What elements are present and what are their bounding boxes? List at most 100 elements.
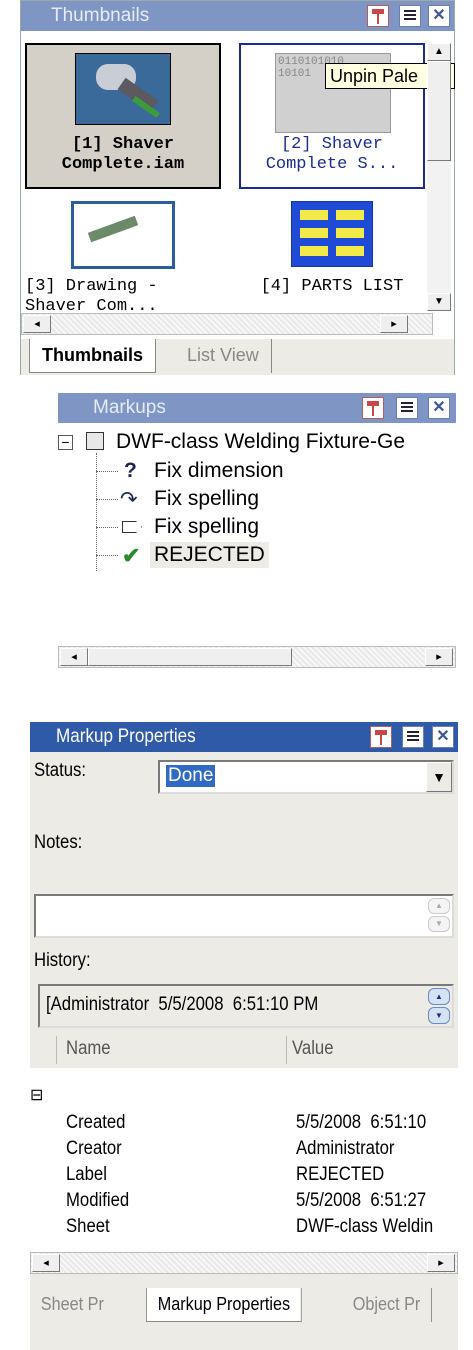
scroll-down-button[interactable]: ▼ xyxy=(427,293,451,311)
notes-spinner-down[interactable]: ▼ xyxy=(428,916,450,932)
scroll-left-button[interactable]: ◂ xyxy=(60,648,88,666)
markup-item-label: Fix spelling xyxy=(154,487,260,510)
drawing-sheet-shape xyxy=(87,215,139,243)
properties-horizontal-scrollbar[interactable]: ◂ ▸ xyxy=(30,1252,458,1274)
markup-root-label[interactable]: DWF-class Welding Fixture-Ge xyxy=(116,429,456,455)
column-header-value[interactable]: Value xyxy=(292,1038,334,1060)
scroll-right-button[interactable]: ▸ xyxy=(427,1254,455,1272)
parts-list-row xyxy=(336,246,364,256)
pin-icon[interactable] xyxy=(362,397,384,419)
property-value-modified: 5/5/2008 6:51:27 xyxy=(296,1190,427,1211)
status-label: Status: xyxy=(34,760,87,781)
property-value-label: REJECTED xyxy=(296,1164,385,1185)
markup-item-4[interactable]: ✔ REJECTED xyxy=(96,542,416,571)
thumbnail-item-4[interactable]: [4] PARTS LIST xyxy=(239,201,425,316)
tree-branch xyxy=(96,555,118,556)
tab-sheet-properties[interactable]: Sheet Pr xyxy=(30,1288,115,1322)
thumbnail-caption-1: [1] Shaver Complete.iam xyxy=(61,135,185,174)
notes-spinner-up[interactable]: ▲ xyxy=(428,898,450,914)
markup-item-label: Fix dimension xyxy=(154,459,284,482)
status-dropdown[interactable]: Done ▼ xyxy=(158,760,454,794)
markup-item-label: REJECTED xyxy=(150,542,269,568)
thumbnail-item-3[interactable]: [3] Drawing - Shaver Com... xyxy=(25,201,221,316)
scroll-right-button[interactable]: ▸ xyxy=(425,648,453,666)
property-name-label: Label xyxy=(66,1164,107,1185)
menu-icon[interactable] xyxy=(402,726,424,748)
callout-arrow-icon xyxy=(122,521,142,533)
markups-title-bar[interactable]: Markups ✕ xyxy=(58,393,456,423)
markup-properties-palette: Markup Properties ✕ Status: Done ▼ Notes… xyxy=(30,722,458,1350)
markups-palette: Markups ✕ − DWF-class Welding Fixture-Ge… xyxy=(58,393,456,671)
chevron-down-icon[interactable]: ▼ xyxy=(426,762,452,792)
property-value-creator: Administrator xyxy=(296,1138,395,1159)
markups-title: Markups xyxy=(93,397,166,418)
dwf-document-icon xyxy=(86,432,104,450)
history-spinner-down[interactable]: ▼ xyxy=(428,1007,450,1024)
thumbnail-caption-2: [2] Shaver Complete S... xyxy=(265,135,399,174)
tab-object-properties[interactable]: Object Pr xyxy=(342,1288,433,1322)
column-divider[interactable] xyxy=(286,1036,287,1064)
markup-item-3[interactable]: Fix spelling xyxy=(96,515,416,541)
property-name-modified: Modified xyxy=(66,1190,130,1211)
history-label: History: xyxy=(34,950,91,971)
thumbnails-tab-strip: Thumbnails List View xyxy=(21,339,454,375)
scroll-thumb[interactable] xyxy=(88,648,292,666)
thumbnails-vertical-scrollbar[interactable]: ▲ ▼ xyxy=(427,43,451,311)
scroll-thumb[interactable] xyxy=(427,61,451,161)
column-header-name[interactable]: Name xyxy=(66,1038,111,1060)
property-value-sheet: DWF-class Weldin xyxy=(296,1216,434,1237)
property-name-creator: Creator xyxy=(66,1138,122,1159)
status-value: Done xyxy=(166,765,216,787)
scroll-up-button[interactable]: ▲ xyxy=(427,43,451,61)
tree-branch xyxy=(96,471,118,472)
markup-item-2[interactable]: ↷ Fix spelling xyxy=(96,487,416,513)
property-value-created: 5/5/2008 6:51:10 xyxy=(296,1112,427,1133)
close-icon[interactable]: ✕ xyxy=(428,397,450,419)
menu-icon[interactable] xyxy=(399,5,421,27)
parts-list-row xyxy=(336,210,364,220)
tab-thumbnails[interactable]: Thumbnails xyxy=(29,339,157,373)
group-collapse-icon[interactable]: ⊟ xyxy=(30,1085,43,1105)
history-field[interactable]: [Administrator 5/5/2008 6:51:10 PM ▲ ▼ xyxy=(38,984,454,1028)
properties-title: Markup Properties xyxy=(56,726,196,747)
column-gutter xyxy=(56,1036,57,1064)
scroll-left-button[interactable]: ◂ xyxy=(23,315,51,333)
scroll-right-button[interactable]: ▸ xyxy=(380,315,408,333)
pin-icon[interactable] xyxy=(370,726,392,748)
parts-list-row xyxy=(300,246,328,256)
question-icon: ? xyxy=(124,459,137,482)
properties-tab-strip: Sheet Pr Markup Properties Object Pr xyxy=(30,1282,458,1326)
history-value: [Administrator 5/5/2008 6:51:10 PM xyxy=(46,994,319,1015)
curved-arrow-icon: ↷ xyxy=(120,488,138,511)
thumbnails-palette: Thumbnails ✕ [1] Shaver Complete.iam 011… xyxy=(20,0,455,375)
shaver-thumbnail-image xyxy=(75,53,171,125)
notes-field[interactable]: ▲ ▼ xyxy=(34,894,454,938)
property-grid-header: Name Value xyxy=(30,1030,458,1068)
markup-item-1[interactable]: ? Fix dimension xyxy=(96,459,416,485)
scroll-left-button[interactable]: ◂ xyxy=(32,1254,60,1272)
checkmark-icon: ✔ xyxy=(122,543,141,568)
thumbnail-item-1[interactable]: [1] Shaver Complete.iam xyxy=(25,43,221,189)
tab-list-view[interactable]: List View xyxy=(175,339,272,373)
parts-list-row xyxy=(300,210,328,220)
collapse-toggle-icon[interactable]: − xyxy=(58,435,73,450)
pin-icon[interactable] xyxy=(367,5,389,27)
thumbnails-horizontal-scrollbar[interactable]: ◂ ▸ xyxy=(21,313,433,335)
thumbnail-caption-3: [3] Drawing - Shaver Com... xyxy=(25,277,158,316)
thumbnails-title: Thumbnails xyxy=(51,5,150,26)
thumbnail-caption-4: [4] PARTS LIST xyxy=(260,277,404,296)
thumbnails-title-bar[interactable]: Thumbnails ✕ xyxy=(21,1,454,31)
close-icon[interactable]: ✕ xyxy=(428,5,450,27)
menu-icon[interactable] xyxy=(396,397,418,419)
tab-markup-properties[interactable]: Markup Properties xyxy=(146,1288,302,1322)
tree-branch xyxy=(96,499,118,500)
markups-horizontal-scrollbar[interactable]: ◂ ▸ xyxy=(58,646,456,668)
parts-list-row xyxy=(300,228,328,238)
close-icon[interactable]: ✕ xyxy=(432,726,454,748)
parts-list-row xyxy=(336,228,364,238)
history-spinner-up[interactable]: ▲ xyxy=(428,988,450,1005)
properties-title-bar[interactable]: Markup Properties ✕ xyxy=(30,722,458,752)
property-name-created: Created xyxy=(66,1112,126,1133)
drawing-thumbnail-image xyxy=(71,201,175,269)
parts-list-thumbnail-image xyxy=(291,201,373,267)
